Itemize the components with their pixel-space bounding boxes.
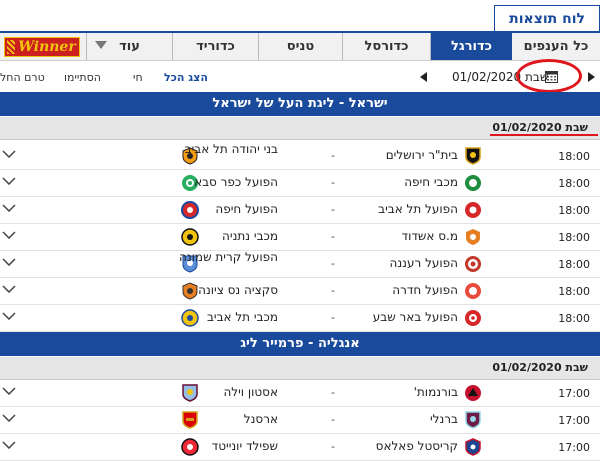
hapoel-raanana-crest-icon xyxy=(465,256,481,272)
match-time: 17:00 xyxy=(558,441,590,454)
away-team: הפועל קרית שמונה xyxy=(179,250,278,264)
away-team: ארסנל xyxy=(243,412,278,426)
sports-tab-bar: כל הענפים כדורגל כדורסל טניס כדוריד עוד … xyxy=(0,33,600,61)
league-header[interactable]: ישראל - ליגת העל של ישראל xyxy=(0,92,600,116)
crystal-palace-crest-icon xyxy=(465,438,481,456)
match-row[interactable]: 18:00 מ.ס אשדוד - מכבי נתניה xyxy=(0,224,600,251)
match-time: 17:00 xyxy=(558,387,590,400)
home-team: מכבי חיפה xyxy=(404,175,458,189)
match-row[interactable]: 17:00 בורנמות' - אסטון וילה xyxy=(0,380,600,407)
home-team: הפועל רעננה xyxy=(389,256,458,270)
match-time: 18:00 xyxy=(558,312,590,325)
home-team: הפועל תל אביב xyxy=(378,202,458,216)
match-score: - xyxy=(331,311,335,324)
match-time: 17:00 xyxy=(558,414,590,427)
home-team: מ.ס אשדוד xyxy=(401,229,458,243)
maccabi-haifa-crest-icon xyxy=(465,175,481,191)
page-title: לוח תוצאות xyxy=(494,5,600,33)
controls-bar: שבת 01/02/2020 הצג הכל חי הסתיימו טרם הח… xyxy=(0,61,600,92)
previous-day-arrow-icon[interactable] xyxy=(420,72,427,82)
filter-not-started[interactable]: טרם החל xyxy=(0,71,45,84)
next-day-arrow-icon[interactable] xyxy=(588,72,595,82)
match-score: - xyxy=(331,440,335,453)
tab-tennis[interactable]: טניס xyxy=(258,33,342,60)
match-time: 18:00 xyxy=(558,177,590,190)
logo-stripe xyxy=(7,40,15,54)
chevron-down-icon[interactable] xyxy=(2,414,16,422)
chevron-down-icon[interactable] xyxy=(2,231,16,239)
date-row: שבת 01/02/2020 xyxy=(0,117,600,140)
filter-show-all[interactable]: הצג הכל xyxy=(164,71,208,84)
match-date: שבת 01/02/2020 xyxy=(492,121,588,134)
match-row[interactable]: 18:00 הפועל תל אביב - הפועל חיפה xyxy=(0,197,600,224)
calendar-highlight-circle xyxy=(516,59,582,93)
burnley-crest-icon xyxy=(465,411,481,429)
match-date: שבת 01/02/2020 xyxy=(492,361,588,374)
match-row[interactable]: 18:00 הפועל רעננה - הפועל קרית שמונה xyxy=(0,251,600,278)
chevron-down-icon[interactable] xyxy=(2,177,16,185)
away-team: הפועל חיפה xyxy=(215,202,278,216)
chevron-down-icon[interactable] xyxy=(2,285,16,293)
home-team: הפועל חדרה xyxy=(392,283,458,297)
match-row[interactable]: 17:00 ברנלי - ארסנל xyxy=(0,407,600,434)
match-score: - xyxy=(331,386,335,399)
match-score: - xyxy=(331,230,335,243)
match-score: - xyxy=(331,284,335,297)
beitar-jerusalem-crest-icon xyxy=(465,147,481,165)
hapoel-hadera-crest-icon xyxy=(465,283,481,299)
chevron-down-icon[interactable] xyxy=(2,387,16,395)
filter-live[interactable]: חי xyxy=(133,71,143,84)
match-row[interactable]: 17:00 קריסטל פאלאס - שפילד יונייטד xyxy=(0,434,600,461)
home-team: הפועל באר שבע xyxy=(372,310,458,324)
match-time: 18:00 xyxy=(558,204,590,217)
chevron-down-icon[interactable] xyxy=(2,441,16,449)
match-row[interactable]: 18:00 הפועל באר שבע - מכבי תל אביב xyxy=(0,305,600,332)
match-time: 18:00 xyxy=(558,258,590,271)
date-underline xyxy=(490,134,598,136)
away-team: אסטון וילה xyxy=(223,385,278,399)
date-row: שבת 01/02/2020 xyxy=(0,357,600,380)
tab-basketball[interactable]: כדורסל xyxy=(342,33,430,60)
chevron-down-icon[interactable] xyxy=(2,312,16,320)
league-header[interactable]: אנגליה - פרמייר ליג xyxy=(0,332,600,356)
date-value: 01/02/2020 xyxy=(452,70,522,84)
title-bar: לוח תוצאות xyxy=(0,0,600,33)
tab-handball[interactable]: כדוריד xyxy=(172,33,258,60)
away-team: בני יהודה תל אביב xyxy=(184,142,278,156)
match-score: - xyxy=(331,176,335,189)
match-row[interactable]: 18:00 מכבי חיפה - הפועל כפר סבא xyxy=(0,170,600,197)
away-team: שפילד יונייטד xyxy=(211,439,278,453)
match-score: - xyxy=(331,149,335,162)
away-team: סקציה נס ציונה xyxy=(198,283,278,297)
home-team: קריסטל פאלאס xyxy=(375,439,458,453)
match-time: 18:00 xyxy=(558,285,590,298)
away-team: מכבי תל אביב xyxy=(206,310,278,324)
home-team: ברנלי xyxy=(429,412,458,426)
bournemouth-crest-icon xyxy=(465,385,481,401)
chevron-down-icon[interactable] xyxy=(2,150,16,158)
filter-finished[interactable]: הסתיימו xyxy=(64,71,101,84)
chevron-down-icon[interactable] xyxy=(2,204,16,212)
dropdown-arrow-icon[interactable] xyxy=(95,41,107,49)
match-row[interactable]: 18:00 בית"ר ירושלים - בני יהודה תל אביב xyxy=(0,143,600,170)
ms-ashdod-crest-icon xyxy=(466,229,480,245)
match-time: 18:00 xyxy=(558,231,590,244)
tab-football[interactable]: כדורגל xyxy=(430,33,512,60)
match-score: - xyxy=(331,203,335,216)
home-team: בית"ר ירושלים xyxy=(385,148,458,162)
tab-all-sports[interactable]: כל הענפים xyxy=(512,33,600,60)
match-score: - xyxy=(331,413,335,426)
winner-logo-text: Winner xyxy=(18,39,76,55)
match-row[interactable]: 18:00 הפועל חדרה - סקציה נס ציונה xyxy=(0,278,600,305)
hapoel-beer-sheva-crest-icon xyxy=(465,310,481,326)
away-team: הפועל כפר סבא xyxy=(194,175,278,189)
hapoel-tel-aviv-crest-icon xyxy=(465,202,481,218)
away-team: מכבי נתניה xyxy=(222,229,278,243)
match-score: - xyxy=(331,257,335,270)
match-time: 18:00 xyxy=(558,150,590,163)
home-team: בורנמות' xyxy=(413,385,458,399)
winner-logo[interactable]: Winner xyxy=(4,37,80,57)
chevron-down-icon[interactable] xyxy=(2,258,16,266)
